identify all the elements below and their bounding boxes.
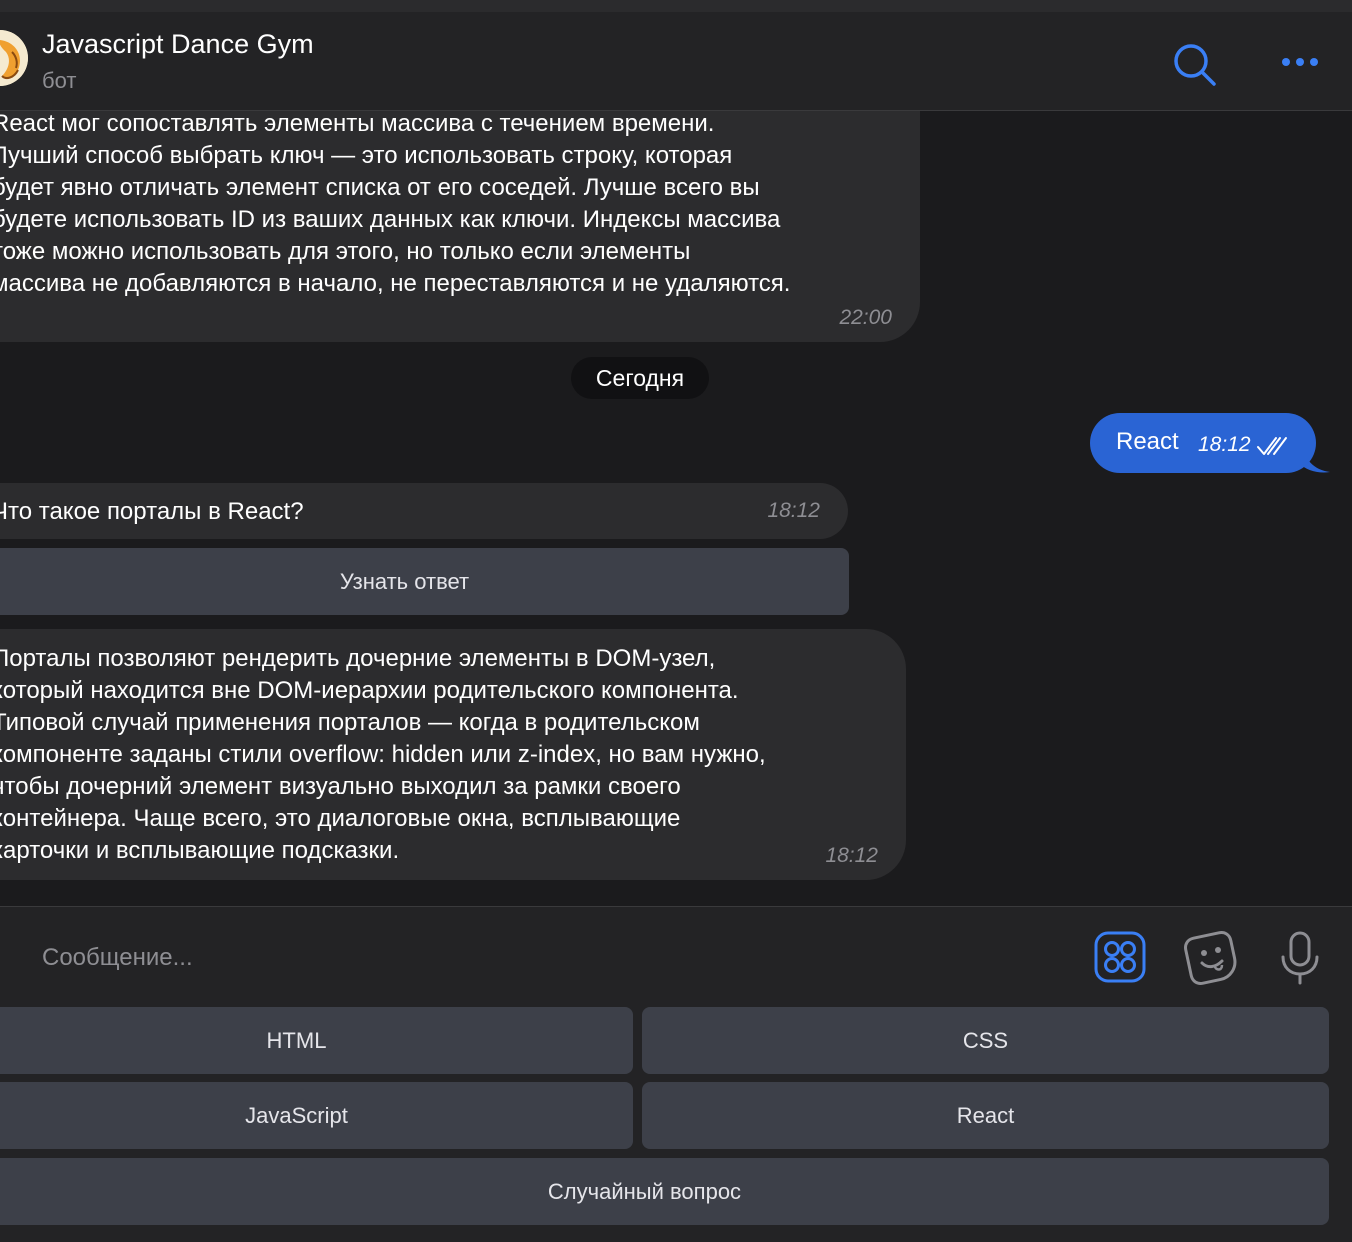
sticker-icon[interactable]: [1184, 931, 1238, 985]
bot-avatar[interactable]: [0, 30, 28, 86]
date-separator: Сегодня: [571, 357, 709, 399]
message-bubble[interactable]: Что такое порталы в React? 18:12: [0, 483, 848, 539]
keyboard-button-random-question[interactable]: Случайный вопрос: [0, 1158, 1329, 1225]
keyboard-button-react[interactable]: React: [642, 1082, 1329, 1149]
more-icon[interactable]: [1276, 50, 1324, 74]
message-time: 22:00: [839, 306, 892, 329]
outgoing-message-text: React: [1116, 428, 1179, 455]
message-bubble[interactable]: Порталы позволяют рендерить дочерние эле…: [0, 629, 906, 880]
chat-window: Javascript Dance Gym бот React мог сопос…: [0, 0, 1352, 1242]
message-text: React мог сопоставлять элементы массива …: [0, 110, 791, 297]
message-time: 18:12: [825, 844, 878, 867]
message-input[interactable]: [30, 923, 1070, 993]
double-check-icon: [1257, 437, 1287, 455]
chat-title: Javascript Dance Gym: [42, 29, 314, 59]
microphone-icon[interactable]: [1280, 931, 1320, 985]
header-backdrop: Javascript Dance Gym бот: [0, 12, 1352, 111]
keyboard-button-javascript[interactable]: JavaScript: [0, 1082, 633, 1149]
message-text: Порталы позволяют рендерить дочерние эле…: [0, 645, 766, 864]
message-text: Что такое порталы в React?: [0, 498, 304, 525]
outgoing-message-bubble[interactable]: React 18:12: [1090, 413, 1316, 473]
keyboard-button-html[interactable]: HTML: [0, 1007, 633, 1074]
bot-avatar-image: [0, 30, 28, 86]
show-answer-button[interactable]: Узнать ответ: [0, 548, 849, 615]
bot-commands-icon[interactable]: [1094, 931, 1146, 983]
chat-subtitle: бот: [42, 68, 77, 93]
search-icon[interactable]: [1170, 40, 1218, 88]
keyboard-button-css[interactable]: CSS: [642, 1007, 1329, 1074]
message-time: 18:12: [767, 499, 820, 522]
window-top-strip: [0, 0, 1352, 12]
outgoing-message-time: 18:12: [1198, 433, 1251, 456]
